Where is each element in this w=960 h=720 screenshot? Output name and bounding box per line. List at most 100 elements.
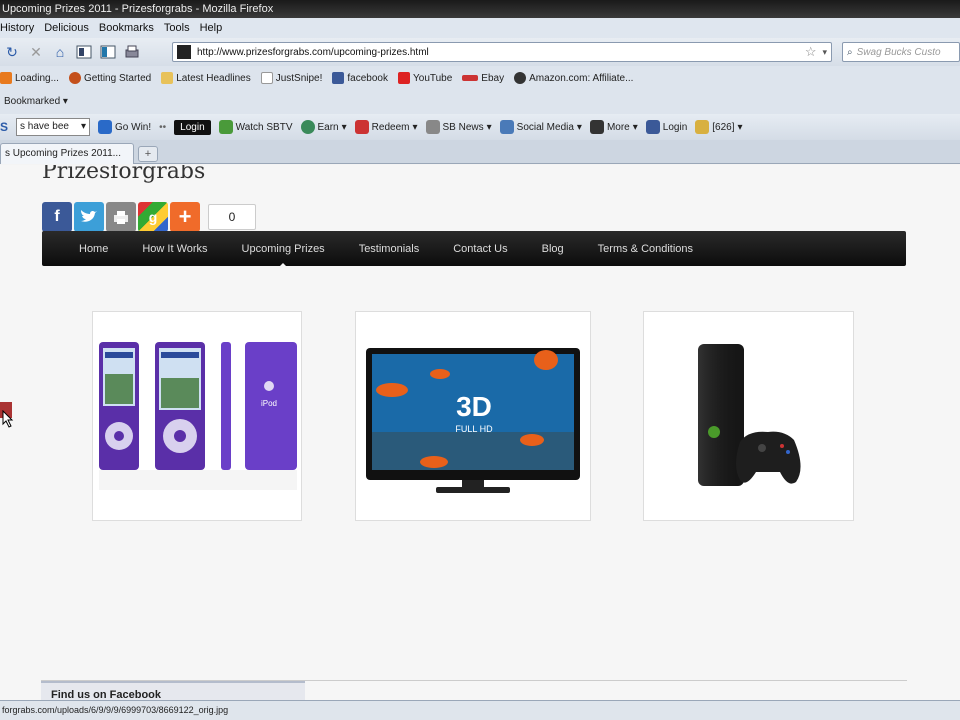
go-win-label: Go Win! [115,121,152,133]
swagbucks-count[interactable]: [626] ▾ [695,120,743,134]
share-buttons: f g + 0 [42,202,256,232]
facebook-icon [332,72,345,84]
url-bar[interactable]: http://www.prizesforgrabs.com/upcoming-p… [172,42,832,62]
redeem-menu[interactable]: Redeem ▾ [354,120,418,134]
nav-contact-us[interactable]: Contact Us [436,243,524,255]
folder-icon [161,72,174,84]
twitter-share-icon[interactable] [74,202,104,232]
nav-blog[interactable]: Blog [525,243,581,255]
social-media-menu[interactable]: Social Media ▾ [499,120,582,134]
login-label: Login [662,121,688,133]
site-logo[interactable]: Prizesforgrabs [42,165,205,184]
addthis-share-icon[interactable]: + [170,202,200,232]
plus-icon [589,120,604,134]
news-label: SB News [442,121,484,133]
tv-icon [218,120,233,134]
sb-login-button[interactable]: Login [174,119,211,135]
tab-strip: s Upcoming Prizes 2011... + [0,140,960,164]
social-icon [499,120,514,134]
nav-testimonials[interactable]: Testimonials [342,243,437,255]
watch-sbtv-button[interactable]: Watch SBTV [218,120,293,134]
bookmark-label: YouTube [413,72,453,84]
prize-3d-tv[interactable]: 3D FULL HD [355,311,591,521]
globe-icon [300,120,315,134]
bookmark-label: Ebay [481,72,505,84]
bookmarked-label: Bookmarked [4,96,61,107]
menu-bar: History Delicious Bookmarks Tools Help [0,18,960,38]
tv-3d-text: 3D [456,391,492,422]
google-share-icon[interactable]: g [138,202,168,232]
menu-help[interactable]: Help [200,18,223,38]
prize-ipod-nano[interactable]: iPod [92,311,302,521]
amazon-icon [514,72,527,84]
sb-news-menu[interactable]: SB News ▾ [425,120,492,134]
coins-icon [695,120,710,134]
more-menu[interactable]: More ▾ [589,120,638,134]
facebook-login-button[interactable]: Login [645,120,688,134]
reload-icon[interactable]: ↻ [0,41,24,63]
rss-icon [0,72,12,84]
earn-label: Earn [317,121,339,133]
search-input[interactable]: ⌕ Swag Bucks Custo [842,42,960,62]
delicious-bookmarked-row[interactable]: Bookmarked ▾ [0,90,960,114]
chevron-down-icon: ▾ [62,96,68,107]
nav-how-it-works[interactable]: How It Works [125,243,224,255]
bookmark-star-icon[interactable]: ☆ [805,44,817,60]
bookmark-amazon[interactable]: Amazon.com: Affiliate... [514,72,633,84]
menu-tools[interactable]: Tools [164,18,190,38]
count-label: [626] [712,121,735,133]
nav-home[interactable]: Home [62,243,125,255]
bookmark-getting-started[interactable]: Getting Started [68,72,152,84]
earn-menu[interactable]: Earn ▾ [300,120,347,134]
nav-terms-conditions[interactable]: Terms & Conditions [581,243,710,255]
gift-icon [354,120,369,134]
facebook-icon [645,120,660,134]
window-title-bar: Upcoming Prizes 2011 - Prizesforgrabs - … [0,0,960,18]
svg-text:iPod: iPod [261,399,277,408]
search-placeholder: Swag Bucks Custo [856,46,941,58]
menu-history[interactable]: History [0,18,34,38]
new-tab-button[interactable]: + [138,146,158,162]
facebook-share-icon[interactable]: f [42,202,72,232]
tv-fullhd-text: FULL HD [455,424,493,434]
url-text[interactable]: http://www.prizesforgrabs.com/upcoming-p… [197,47,805,58]
bookmark-youtube[interactable]: YouTube [398,72,452,84]
url-dropdown-icon[interactable]: ▾ [822,47,827,58]
news-icon [425,120,440,134]
swagbucks-toolbar: S s have bee Go Win! •• Login Watch SBTV… [0,114,960,140]
bookmark-latest-headlines[interactable]: Latest Headlines [161,72,251,84]
swagbucks-search-select[interactable]: s have bee [16,118,91,136]
social-label: Social Media [516,121,574,133]
menu-bookmarks[interactable]: Bookmarks [99,18,154,38]
search-engine-icon[interactable]: ⌕ [847,47,853,58]
bookmark-label: Getting Started [83,72,152,84]
separator-icon: •• [159,121,167,133]
site-favicon-icon [177,45,191,59]
print-share-icon[interactable] [106,202,136,232]
watch-label: Watch SBTV [235,121,293,133]
youtube-icon [398,72,410,84]
bookmark-manager-icon[interactable] [72,41,96,63]
arrow-icon [98,120,113,134]
go-win-button[interactable]: Go Win! [98,120,151,134]
prize-xbox-360[interactable] [643,311,854,521]
nav-upcoming-prizes[interactable]: Upcoming Prizes [225,243,342,268]
tab-upcoming-prizes[interactable]: s Upcoming Prizes 2011... [0,143,134,164]
tv-image: 3D FULL HD [366,348,580,493]
mouse-cursor-icon [2,410,14,428]
bookmark-ebay[interactable]: Ebay [462,73,504,84]
swagbucks-logo-icon[interactable]: S [0,120,8,134]
stop-icon[interactable]: ✕ [24,41,48,63]
facebook-widget-title: Find us on Facebook [41,681,305,700]
bookmark-justsnipe[interactable]: JustSnipe! [260,72,322,84]
sidebar-icon[interactable] [96,41,120,63]
menu-delicious[interactable]: Delicious [44,18,89,38]
main-navigation: Home How It Works Upcoming Prizes Testim… [42,231,906,268]
navigation-toolbar: ↻ ✕ ⌂ http://www.prizesforgrabs.com/upco… [0,38,960,66]
bookmark-label: facebook [347,72,388,84]
print-icon[interactable] [120,41,144,63]
home-icon[interactable]: ⌂ [48,41,72,63]
bookmark-loading[interactable]: Loading... [0,72,59,84]
bookmark-facebook[interactable]: facebook [332,72,388,84]
bookmark-label: Loading... [15,72,59,84]
